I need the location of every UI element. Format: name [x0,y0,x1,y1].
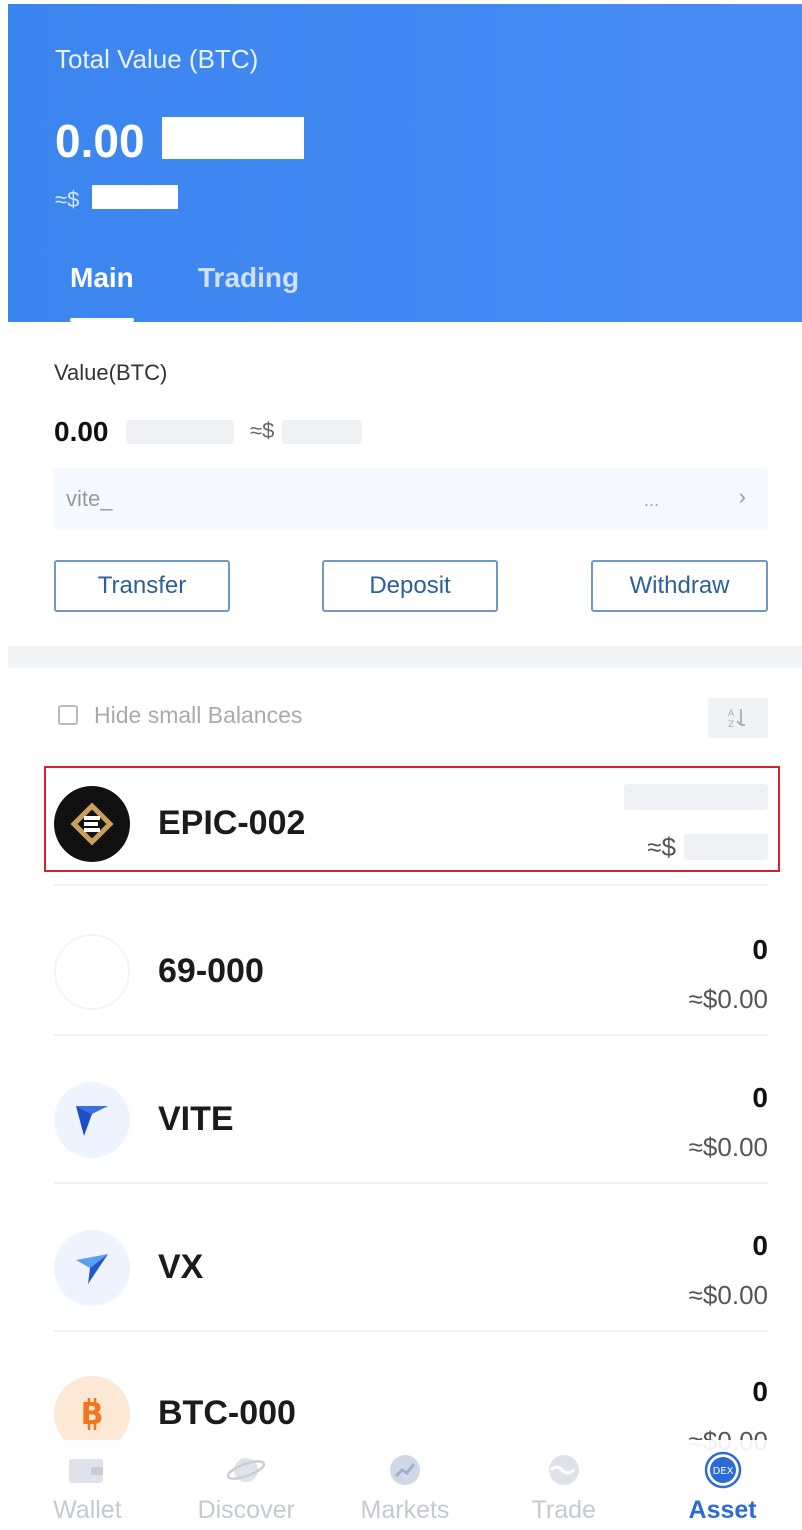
coin-name: BTC-000 [158,1394,296,1432]
row-divider [54,1034,768,1036]
nav-markets[interactable]: Markets [340,1440,470,1525]
coin-amount: 0 [752,934,768,965]
selection-highlight [44,766,780,872]
total-value: 0.00 [55,115,145,167]
tab-main[interactable]: Main [70,262,134,294]
nav-label: Discover [197,1496,295,1524]
svg-text:DEX: DEX [712,1466,733,1477]
nav-label: Asset [688,1496,757,1524]
row-divider [54,1330,768,1332]
coin-row-vx[interactable]: VX 0 ≈$0.00 [54,1208,768,1318]
nav-label: Markets [360,1496,450,1524]
tab-trading[interactable]: Trading [198,262,299,294]
nav-label: Wallet [53,1496,122,1524]
nav-discover[interactable]: Discover [181,1440,311,1525]
svg-text:Z: Z [728,720,734,730]
vx-coin-icon [54,1230,130,1306]
bottom-nav: Wallet Discover Markets Trade DEX Asset [8,1440,802,1530]
redacted-value [126,420,234,444]
planet-icon [224,1450,268,1490]
address-text: vite_ [66,486,113,511]
coin-row-vite[interactable]: VITE 0 ≈$0.00 [54,1060,768,1170]
coin-usd: ≈$0.00 [688,984,768,1014]
row-divider [54,1182,768,1184]
nav-label: Trade [531,1496,596,1524]
redacted-usd [92,185,178,209]
nav-asset[interactable]: DEX Asset [658,1440,788,1525]
coin-row-69-000[interactable]: 69-000 0 ≈$0.00 [54,912,768,1022]
coin-usd: ≈$0.00 [688,1132,768,1162]
transfer-button[interactable]: Transfer [54,560,230,612]
hide-small-balances-toggle[interactable]: Hide small Balances [58,700,302,730]
dex-asset-icon: DEX [701,1450,745,1490]
coin-amount: 0 [752,1082,768,1113]
trade-wave-icon [542,1450,586,1490]
value-btc: 0.00 [54,416,109,447]
value-label: Value(BTC) [54,360,168,385]
deposit-button[interactable]: Deposit [322,560,498,612]
vite-coin-icon [54,1082,130,1158]
total-usd-approx: ≈$ [55,187,80,212]
address-bar[interactable]: vite_ ... › [54,468,768,530]
coin-name: 69-000 [158,952,264,990]
hide-small-label: Hide small Balances [94,701,303,728]
section-divider [8,646,802,668]
redacted-total [162,117,304,159]
value-usd-approx: ≈$ [250,418,275,443]
header-panel: Total Value (BTC) 0.00 ≈$ Main Trading [8,4,802,322]
sort-alpha-icon[interactable]: A Z [708,698,768,738]
coin-amount: 0 [752,1230,768,1261]
nav-wallet[interactable]: Wallet [22,1440,152,1525]
coin-name: VX [158,1248,204,1286]
coin-amount: 0 [752,1376,768,1407]
coin-name: VITE [158,1100,234,1138]
markets-chart-icon [383,1450,427,1490]
svg-text:A: A [728,709,735,719]
nav-trade[interactable]: Trade [499,1440,629,1525]
address-ellipsis: ... [644,490,660,510]
active-tab-indicator [70,318,134,322]
svg-text:B: B [81,1397,104,1432]
withdraw-button[interactable]: Withdraw [591,560,768,612]
total-value-label: Total Value (BTC) [55,44,259,74]
row-divider [54,884,768,886]
chevron-right-icon: › [738,484,746,509]
coin-usd: ≈$0.00 [688,1280,768,1310]
redacted-value-usd [282,420,362,444]
blank-coin-icon [54,934,130,1010]
wallet-icon [65,1450,109,1490]
hide-small-checkbox[interactable] [58,705,78,725]
